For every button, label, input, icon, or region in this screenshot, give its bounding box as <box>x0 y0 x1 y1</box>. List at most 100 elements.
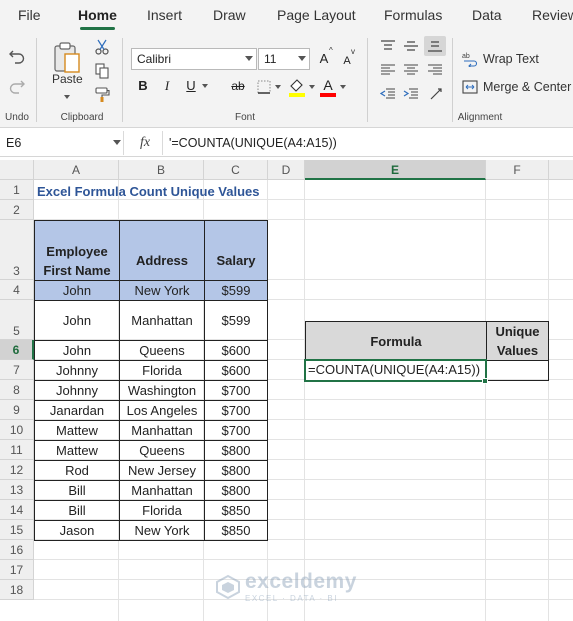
table-cell-address[interactable]: Florida <box>119 500 205 521</box>
tab-data[interactable]: Data <box>472 0 502 32</box>
column-header-e[interactable]: E <box>305 160 486 180</box>
row-header-15[interactable]: 15 <box>0 520 34 540</box>
select-all-corner[interactable] <box>0 160 34 180</box>
table-cell-name[interactable]: Janardan <box>34 400 120 421</box>
table-cell-salary[interactable]: $850 <box>204 520 268 541</box>
table-cell-salary[interactable]: $599 <box>204 300 268 341</box>
column-header-d[interactable]: D <box>268 160 305 180</box>
formula-input[interactable]: '=COUNTA(UNIQUE(A4:A15)) <box>162 131 573 155</box>
column-header-c[interactable]: C <box>204 160 268 180</box>
tab-insert[interactable]: Insert <box>147 0 182 32</box>
tab-file[interactable]: File <box>18 0 41 32</box>
table-cell-address[interactable]: New York <box>119 280 205 301</box>
table-cell-name[interactable]: Bill <box>34 480 120 501</box>
chevron-down-icon[interactable] <box>340 85 346 89</box>
cut-button[interactable] <box>93 38 111 56</box>
table-cell-name[interactable]: Rod <box>34 460 120 481</box>
table-cell-address[interactable]: Los Angeles <box>119 400 205 421</box>
row-header-8[interactable]: 8 <box>0 380 34 400</box>
row-header-11[interactable]: 11 <box>0 440 34 460</box>
table-cell-address[interactable]: Queens <box>119 340 205 361</box>
row-header-14[interactable]: 14 <box>0 500 34 520</box>
table-cell-name[interactable]: John <box>34 280 120 301</box>
align-middle-button[interactable] <box>402 38 420 54</box>
table-cell-address[interactable]: Florida <box>119 360 205 381</box>
table-cell-salary[interactable]: $700 <box>204 400 268 421</box>
row-header-3[interactable]: 3 <box>0 220 34 280</box>
table-cell-salary[interactable]: $600 <box>204 360 268 381</box>
active-cell-e6[interactable]: =COUNTA(UNIQUE(A4:A15)) <box>304 359 487 382</box>
undo-button[interactable] <box>6 46 28 66</box>
column-header-b[interactable]: B <box>119 160 204 180</box>
row-header-10[interactable]: 10 <box>0 420 34 440</box>
row-header-16[interactable]: 16 <box>0 540 34 560</box>
insert-function-button[interactable]: fx <box>134 131 156 155</box>
column-header-a[interactable]: A <box>34 160 119 180</box>
chevron-down-icon[interactable] <box>309 85 315 89</box>
fill-handle[interactable] <box>482 378 488 384</box>
result-value-cell[interactable] <box>486 360 549 381</box>
table-cell-salary[interactable]: $850 <box>204 500 268 521</box>
fill-color-button[interactable] <box>287 76 307 98</box>
tab-review[interactable]: Review <box>532 0 573 32</box>
bold-button[interactable]: B <box>133 76 153 96</box>
align-top-button[interactable] <box>379 38 397 54</box>
wrap-text-button[interactable]: Wrap Text <box>483 52 539 66</box>
table-cell-name[interactable]: Mattew <box>34 420 120 441</box>
orientation-button[interactable] <box>428 86 446 102</box>
table-cell-address[interactable]: Manhattan <box>119 420 205 441</box>
align-bottom-button[interactable] <box>424 36 446 56</box>
table-cell-salary[interactable]: $800 <box>204 480 268 501</box>
table-cell-salary[interactable]: $700 <box>204 380 268 401</box>
font-name-select[interactable]: Calibri <box>131 48 257 70</box>
worksheet-grid[interactable]: A B C D E F 1 2 3 4 5 6 7 8 9 10 11 12 13 14 15 16 17 18 … <box>0 160 573 621</box>
row-header-9[interactable]: 9 <box>0 400 34 420</box>
underline-button[interactable]: U <box>181 76 201 96</box>
table-cell-name[interactable]: Johnny <box>34 380 120 401</box>
row-header-13[interactable]: 13 <box>0 480 34 500</box>
tab-page-layout[interactable]: Page Layout <box>277 0 356 32</box>
strikethrough-button[interactable]: ab <box>228 76 248 96</box>
table-cell-name[interactable]: John <box>34 300 120 341</box>
row-header-7[interactable]: 7 <box>0 360 34 380</box>
column-header-f[interactable]: F <box>486 160 549 180</box>
row-header-1[interactable]: 1 <box>0 180 34 200</box>
table-cell-address[interactable]: New York <box>119 520 205 541</box>
table-cell-address[interactable]: Manhattan <box>119 300 205 341</box>
row-header-18[interactable]: 18 <box>0 580 34 600</box>
chevron-down-icon[interactable] <box>64 95 70 99</box>
name-box[interactable]: E6 <box>0 131 124 155</box>
merge-center-button[interactable]: Merge & Center <box>483 80 571 94</box>
font-color-button[interactable]: A <box>318 75 338 99</box>
table-cell-name[interactable]: Bill <box>34 500 120 521</box>
row-header-12[interactable]: 12 <box>0 460 34 480</box>
table-cell-address[interactable]: Washington <box>119 380 205 401</box>
tab-draw[interactable]: Draw <box>213 0 246 32</box>
copy-button[interactable] <box>93 62 111 80</box>
chevron-down-icon[interactable] <box>275 85 281 89</box>
tab-home[interactable]: Home <box>78 0 117 32</box>
table-cell-name[interactable]: John <box>34 340 120 361</box>
row-header-4[interactable]: 4 <box>0 280 34 300</box>
redo-button[interactable] <box>6 76 28 96</box>
table-cell-address[interactable]: New Jersey <box>119 460 205 481</box>
tab-formulas[interactable]: Formulas <box>384 0 442 32</box>
row-header-2[interactable]: 2 <box>0 200 34 220</box>
table-cell-salary[interactable]: $600 <box>204 340 268 361</box>
row-header-5[interactable]: 5 <box>0 300 34 340</box>
table-cell-name[interactable]: Jason <box>34 520 120 541</box>
table-cell-salary[interactable]: $599 <box>204 280 268 301</box>
table-cell-address[interactable]: Queens <box>119 440 205 461</box>
increase-indent-button[interactable] <box>402 86 420 102</box>
column-header-g[interactable] <box>549 160 573 180</box>
chevron-down-icon[interactable] <box>113 140 121 145</box>
decrease-indent-button[interactable] <box>379 86 397 102</box>
row-header-6[interactable]: 6 <box>0 340 34 360</box>
align-center-button[interactable] <box>402 62 420 78</box>
borders-button[interactable] <box>255 78 273 96</box>
format-painter-button[interactable] <box>93 86 111 104</box>
table-cell-name[interactable]: Mattew <box>34 440 120 461</box>
table-cell-salary[interactable]: $800 <box>204 440 268 461</box>
table-cell-address[interactable]: Manhattan <box>119 480 205 501</box>
table-cell-salary[interactable]: $700 <box>204 420 268 441</box>
